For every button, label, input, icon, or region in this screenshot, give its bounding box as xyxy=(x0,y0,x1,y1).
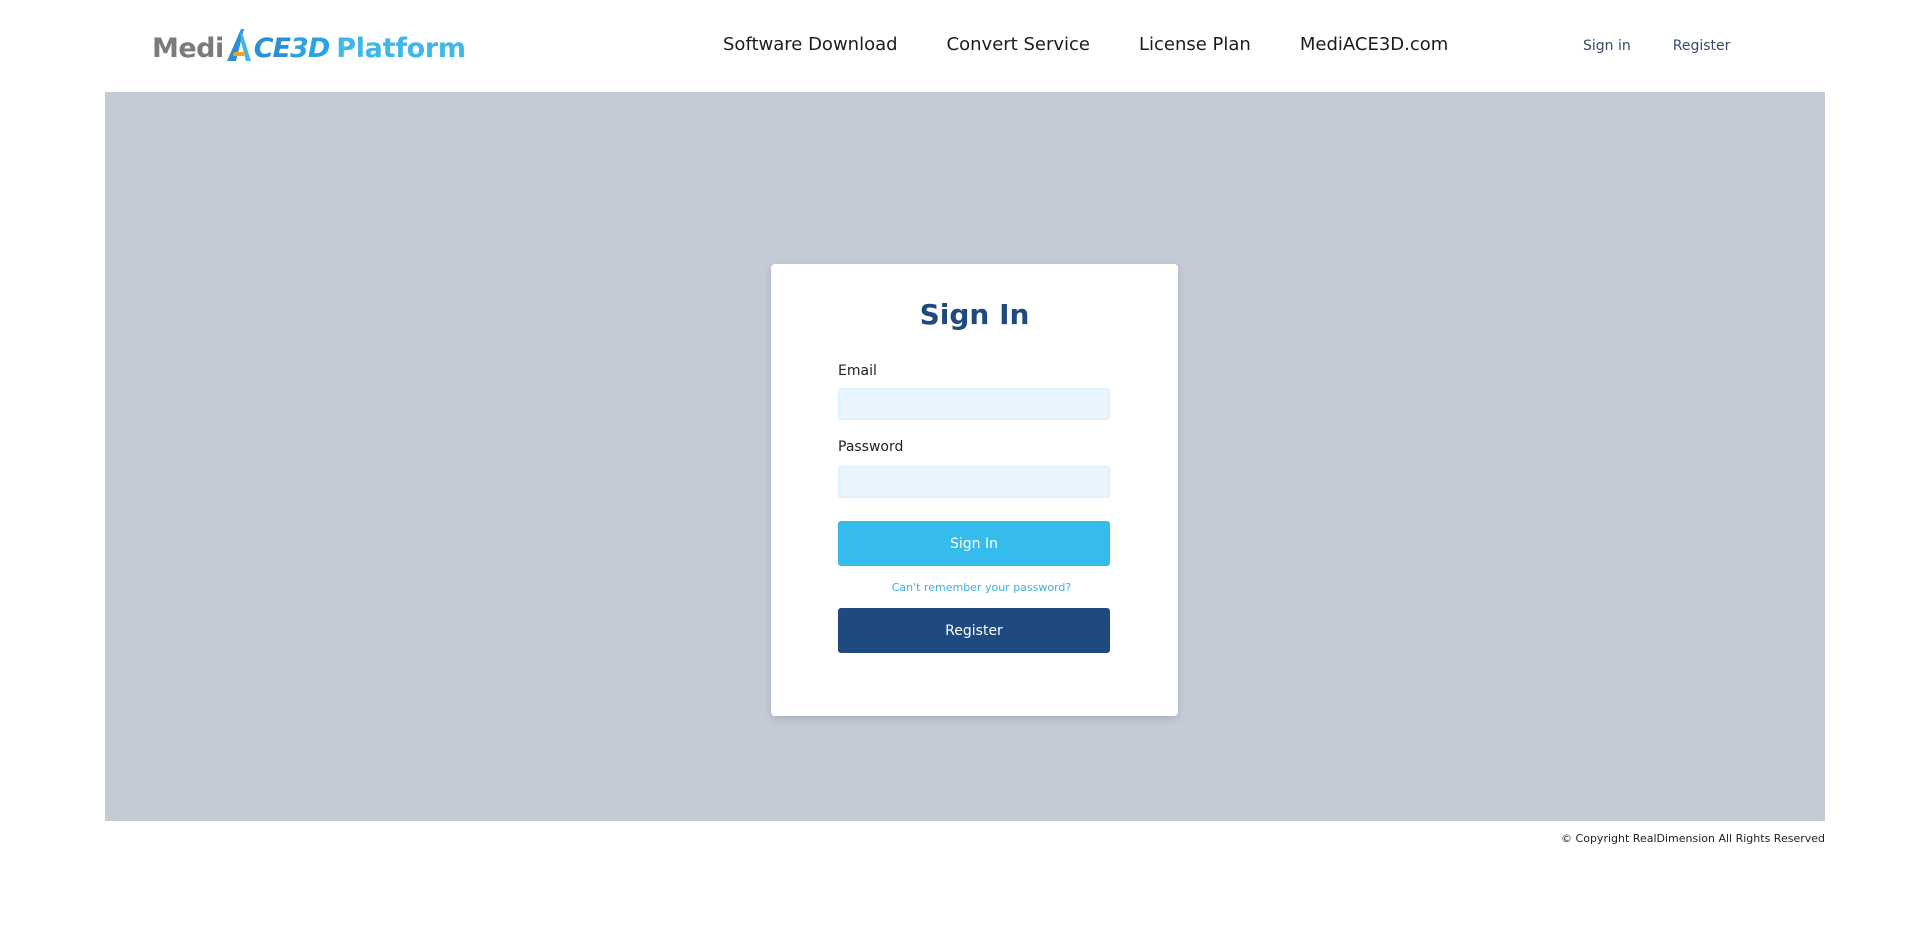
logo-text-platform: Platform xyxy=(336,33,466,64)
header-sign-in-link[interactable]: Sign in xyxy=(1583,38,1631,54)
nav-convert-service[interactable]: Convert Service xyxy=(947,34,1090,55)
password-input[interactable] xyxy=(838,466,1110,498)
mediace3d-logo[interactable]: Medi CE 3D Platform xyxy=(152,22,466,62)
sign-in-title: Sign In xyxy=(919,298,1030,331)
forgot-password-link[interactable]: Can't remember your password? xyxy=(771,581,1178,594)
nav-software-download[interactable]: Software Download xyxy=(723,34,898,55)
header-register-link[interactable]: Register xyxy=(1673,38,1731,54)
site-header: Medi CE 3D Platform Software Download Co… xyxy=(0,0,1920,92)
password-label: Password xyxy=(838,439,904,455)
email-label: Email xyxy=(838,363,877,379)
sign-in-card: Sign In Email Password Sign In Can't rem… xyxy=(771,264,1178,716)
logo-text-medi: Medi xyxy=(152,33,224,64)
logo-text-3d: 3D xyxy=(290,33,330,64)
register-button[interactable]: Register xyxy=(838,608,1110,653)
main-navigation: Software Download Convert Service Licens… xyxy=(723,34,1448,55)
nav-mediace3d-com[interactable]: MediACE3D.com xyxy=(1300,34,1448,55)
logo-a-mark-icon xyxy=(226,29,251,61)
sign-in-button[interactable]: Sign In xyxy=(838,521,1110,566)
main-content-area: Sign In Email Password Sign In Can't rem… xyxy=(105,92,1825,821)
nav-license-plan[interactable]: License Plan xyxy=(1139,34,1251,55)
copyright-text: © Copyright RealDimension All Rights Res… xyxy=(1561,832,1825,845)
logo-text-ce: CE xyxy=(253,33,291,64)
email-input[interactable] xyxy=(838,388,1110,420)
auth-navigation: Sign in Register xyxy=(1583,38,1730,54)
